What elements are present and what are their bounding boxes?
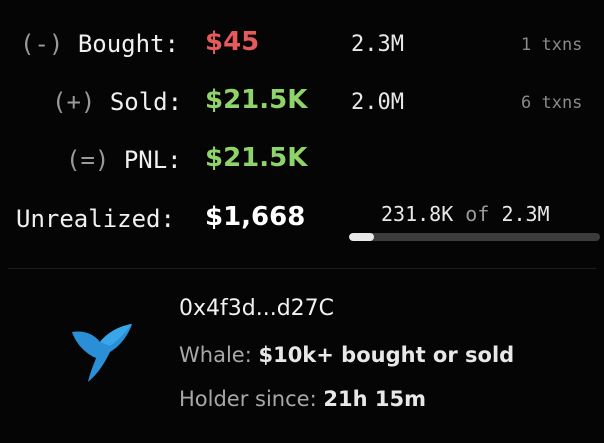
bought-row: (-) Bought: $45 2.3M 1 txns (0, 27, 604, 63)
sold-txns: 6 txns (521, 93, 583, 113)
unrealized-label: Unrealized: (16, 205, 175, 233)
section-divider (8, 268, 596, 269)
sold-label: (+) Sold: (52, 88, 183, 116)
holder-type: Whale: $10k+ bought or sold (179, 343, 515, 367)
holder-address[interactable]: 0x4f3d...d27C (179, 296, 334, 321)
holder-since: Holder since: 21h 15m (179, 387, 426, 411)
holdings-progress-text: 231.8K of 2.3M (381, 202, 550, 226)
bought-amount: 2.3M (351, 32, 404, 57)
pnl-row: (=) PNL: $21.5K (0, 143, 604, 179)
bought-txns: 1 txns (521, 35, 583, 55)
holdings-progress-bar (349, 233, 600, 241)
holdings-progress-fill (349, 233, 375, 241)
sold-row: (+) Sold: $21.5K 2.0M 6 txns (0, 85, 604, 121)
sold-value: $21.5K (205, 85, 308, 115)
sold-amount: 2.0M (351, 90, 404, 115)
bought-label: (-) Bought: (20, 30, 179, 58)
pnl-value: $21.5K (205, 143, 308, 173)
unrealized-value: $1,668 (205, 202, 306, 232)
bought-value: $45 (205, 27, 260, 57)
pnl-label: (=) PNL: (66, 146, 182, 174)
whale-tail-icon (72, 324, 132, 382)
